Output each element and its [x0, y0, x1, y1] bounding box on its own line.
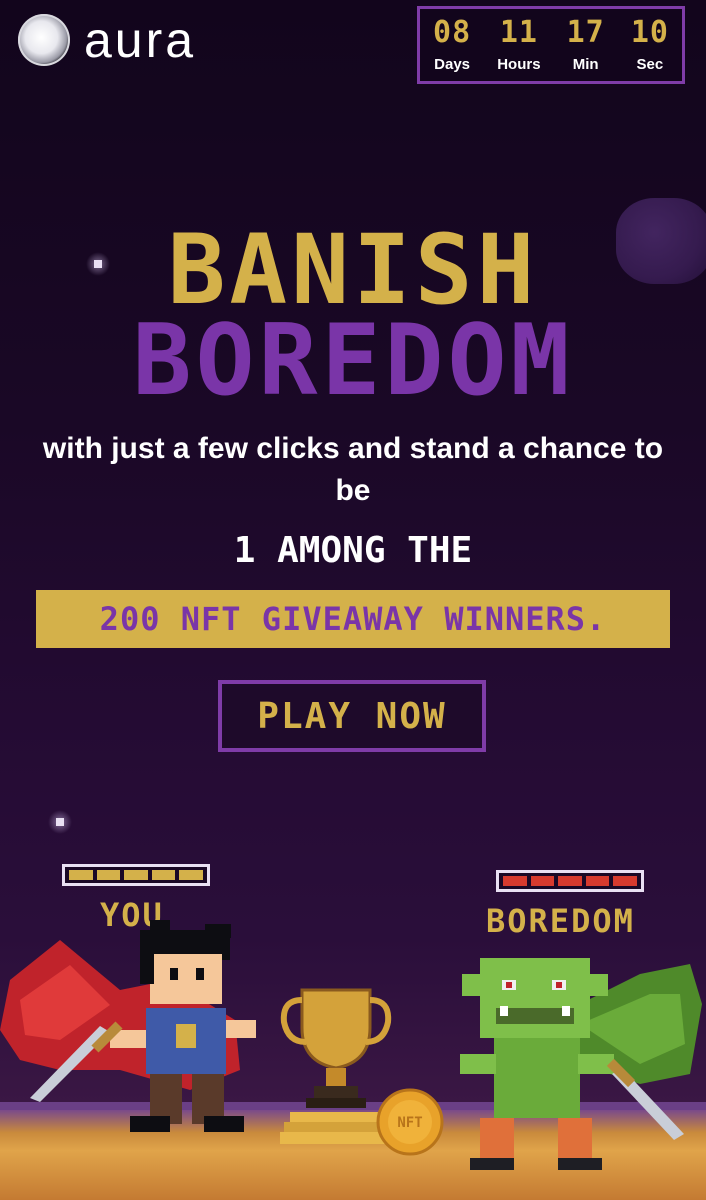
hero-title-line2: BOREDOM: [132, 304, 574, 418]
countdown-value: 08: [433, 14, 472, 50]
countdown-hours: 11 Hours: [497, 14, 541, 73]
giveaway-banner: 200 NFT GIVEAWAY WINNERS.: [36, 590, 670, 648]
enemy-name: BOREDOM: [486, 902, 635, 940]
countdown-value: 10: [630, 14, 669, 50]
health-segment: [503, 876, 527, 886]
countdown-label: Days: [434, 55, 471, 73]
player-health-bar: [62, 864, 210, 886]
countdown-label: Sec: [636, 55, 664, 73]
countdown-seconds: 10 Sec: [630, 14, 669, 73]
hero-subtitle: with just a few clicks and stand a chanc…: [42, 432, 664, 507]
health-segment: [530, 876, 555, 886]
health-segment: [585, 876, 610, 886]
giveaway-banner-text: 200 NFT GIVEAWAY WINNERS.: [99, 600, 607, 638]
countdown-value: 11: [499, 14, 538, 50]
health-segment: [179, 870, 203, 880]
orc-character: [460, 958, 702, 1170]
health-segment: [558, 876, 582, 886]
health-segment: [124, 870, 148, 880]
nft-coin: NFT: [376, 1088, 444, 1156]
play-now-button[interactable]: PLAY NOW: [218, 680, 486, 752]
countdown-value: 17: [566, 14, 605, 50]
nft-coin-label: NFT: [397, 1115, 422, 1131]
hero-character: [0, 920, 256, 1132]
countdown-days: 08 Days: [433, 14, 472, 73]
countdown-timer: 08 Days 11 Hours 17 Min 10 Sec: [417, 6, 685, 84]
health-segment: [69, 870, 93, 880]
play-now-label: PLAY NOW: [257, 695, 447, 737]
hero-among-text: 1 AMONG THE: [233, 530, 473, 571]
aura-logo-icon: [18, 14, 70, 66]
health-segment: [613, 876, 637, 886]
countdown-minutes: 17 Min: [566, 14, 605, 73]
countdown-label: Hours: [497, 55, 541, 73]
brand-name: aura: [84, 12, 197, 68]
brand-logo[interactable]: aura: [18, 14, 196, 66]
countdown-label: Min: [572, 55, 599, 73]
health-segment: [96, 870, 121, 880]
health-segment: [151, 870, 176, 880]
enemy-health-bar: [496, 870, 644, 892]
